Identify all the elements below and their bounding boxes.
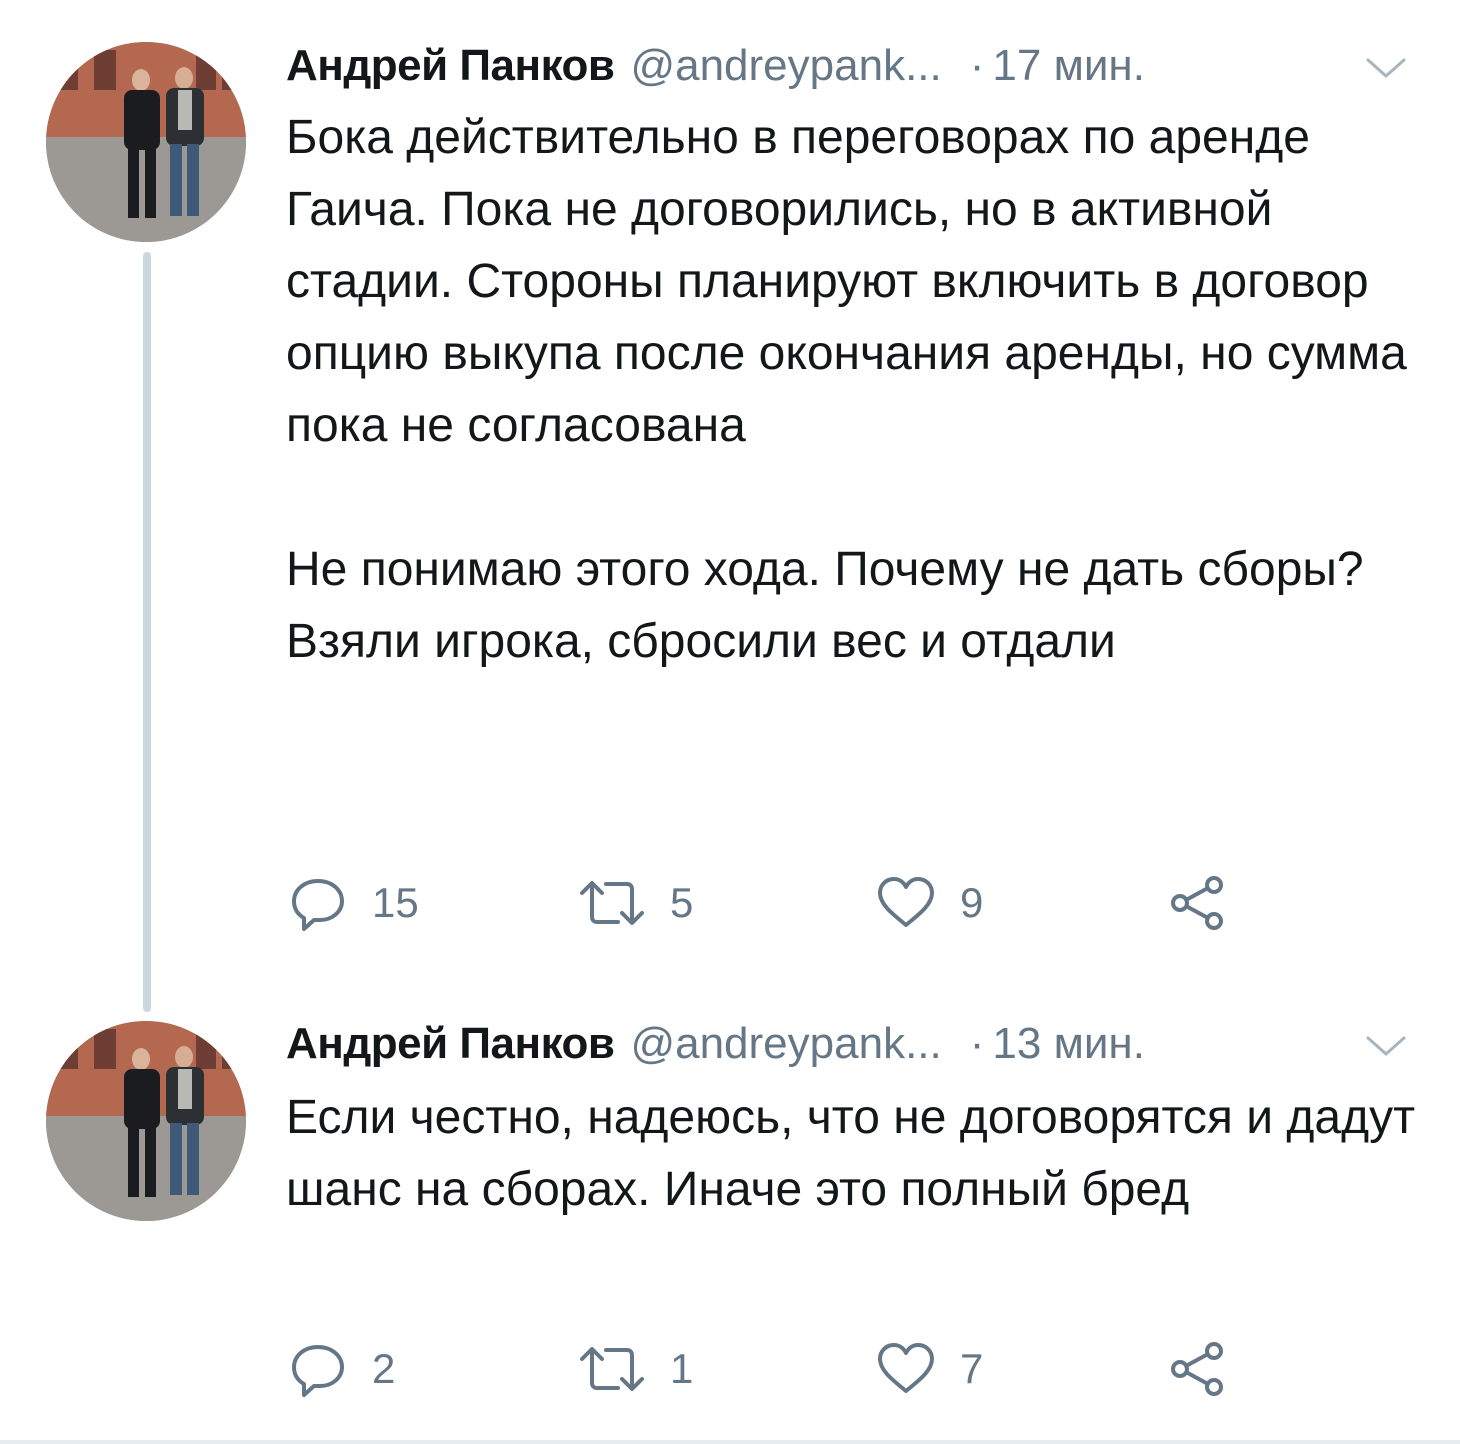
retweet-count: 1 <box>670 1345 694 1392</box>
retweet-icon <box>580 1347 644 1391</box>
like-count: 9 <box>960 879 984 926</box>
divider <box>0 1440 1460 1444</box>
author-name[interactable]: Андрей Панков <box>286 1014 615 1074</box>
avatar[interactable] <box>46 1021 246 1221</box>
heart-icon <box>878 877 934 927</box>
reply-icon <box>292 1345 344 1397</box>
retweet-icon <box>580 881 644 925</box>
reply-count: 15 <box>372 879 419 926</box>
tweet-header: Андрей Панков @andreypank... · 17 мин. <box>286 36 1145 96</box>
tweet-header: Андрей Панков @andreypank... · 13 мин. <box>286 1014 1145 1074</box>
thread-connector-line <box>143 252 151 1012</box>
more-options-button[interactable] <box>1364 1030 1408 1060</box>
share-icon <box>1171 1342 1223 1396</box>
tweet-actions: 15 5 9 <box>286 868 1286 938</box>
chevron-down-icon <box>1366 58 1406 78</box>
like-button[interactable]: 7 <box>874 1334 983 1404</box>
heart-icon <box>878 1343 934 1393</box>
tweet-paragraph: Если честно, надеюсь, что не договорятся… <box>286 1091 1416 1216</box>
reply-button[interactable]: 2 <box>286 1334 395 1404</box>
separator-dot: · <box>969 1019 985 1068</box>
share-icon <box>1171 876 1223 930</box>
tweet-actions: 2 1 7 <box>286 1334 1286 1404</box>
tweet-text: Если честно, надеюсь, что не договорятся… <box>286 1082 1416 1226</box>
separator-dot: · <box>969 41 985 90</box>
timestamp[interactable]: 13 мин. <box>992 1014 1145 1074</box>
more-options-button[interactable] <box>1364 52 1408 82</box>
tweet-paragraph: Бока действительно в переговорах по арен… <box>286 111 1407 452</box>
tweet-paragraph: Не понимаю этого хода. Почему не дать сб… <box>286 543 1364 668</box>
reply-icon <box>292 879 344 931</box>
retweet-button[interactable]: 1 <box>576 1334 693 1404</box>
retweet-count: 5 <box>670 879 694 926</box>
author-handle[interactable]: @andreypank... <box>630 1014 941 1074</box>
avatar-photo <box>46 42 246 242</box>
share-button[interactable] <box>1166 1334 1230 1404</box>
tweet-text: Бока действительно в переговорах по арен… <box>286 102 1416 678</box>
author-handle[interactable]: @andreypank... <box>630 36 941 96</box>
like-count: 7 <box>960 1345 984 1392</box>
reply-count: 2 <box>372 1345 396 1392</box>
author-name[interactable]: Андрей Панков <box>286 36 615 96</box>
reply-button[interactable]: 15 <box>286 868 419 938</box>
avatar-photo <box>46 1021 246 1221</box>
like-button[interactable]: 9 <box>874 868 983 938</box>
chevron-down-icon <box>1366 1036 1406 1056</box>
share-button[interactable] <box>1166 868 1230 938</box>
avatar[interactable] <box>46 42 246 242</box>
timestamp[interactable]: 17 мин. <box>992 36 1145 96</box>
retweet-button[interactable]: 5 <box>576 868 693 938</box>
